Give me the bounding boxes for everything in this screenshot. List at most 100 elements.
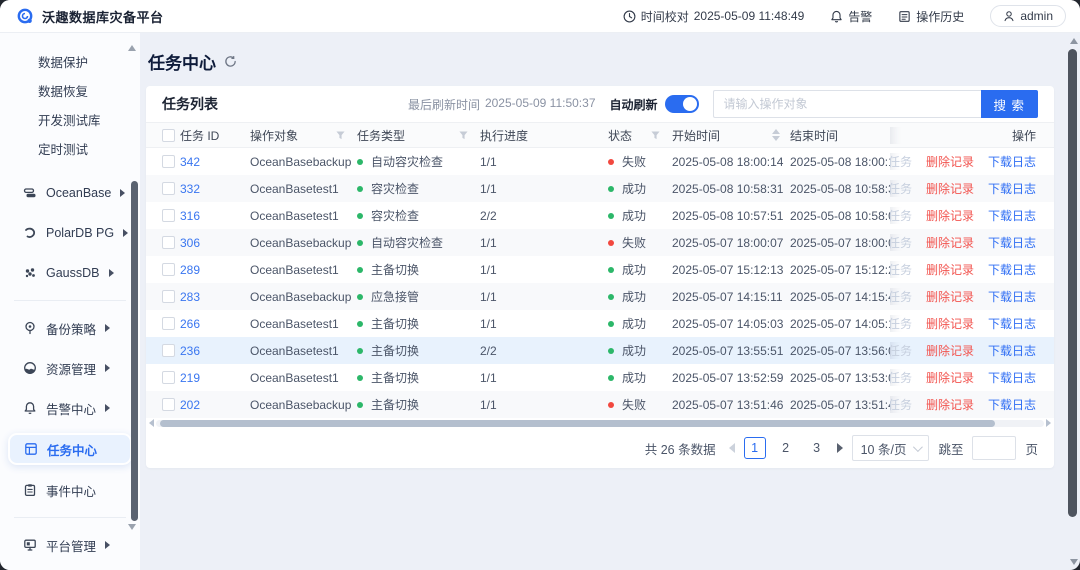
- search-input[interactable]: [712, 90, 981, 118]
- row-checkbox[interactable]: [162, 263, 175, 276]
- page-button-1[interactable]: 1: [743, 437, 766, 459]
- delete-record-action[interactable]: 删除记录: [926, 207, 974, 224]
- hscroll-thumb[interactable]: [160, 419, 995, 427]
- table-row[interactable]: 316 OceanBasetest1 容灾检查 2/2 成功 2025-05-0…: [146, 202, 1054, 229]
- sidebar-scroll-up-icon[interactable]: [128, 45, 136, 51]
- row-checkbox[interactable]: [162, 182, 175, 195]
- sidebar-scrollbar[interactable]: [131, 181, 138, 521]
- stop-task-action[interactable]: 停止任务: [890, 369, 912, 386]
- prev-page-icon[interactable]: [728, 443, 735, 453]
- task-id-link[interactable]: 266: [180, 317, 200, 331]
- row-checkbox[interactable]: [162, 317, 175, 330]
- sidebar-scroll-down-icon[interactable]: [128, 524, 136, 530]
- sidebar-item-task-center[interactable]: 任务中心: [8, 433, 132, 465]
- scroll-right-icon[interactable]: [1046, 419, 1051, 427]
- table-row[interactable]: 332 OceanBasetest1 容灾检查 1/1 成功 2025-05-0…: [146, 175, 1054, 202]
- filter-icon[interactable]: [651, 130, 660, 140]
- sidebar-item-alert-center[interactable]: 告警中心: [0, 388, 140, 428]
- page-scrollbar-thumb[interactable]: [1068, 49, 1077, 517]
- page-button-2[interactable]: 2: [775, 437, 797, 459]
- sidebar-item-platform-mgmt[interactable]: 平台管理: [0, 525, 140, 565]
- delete-record-action[interactable]: 删除记录: [926, 369, 974, 386]
- stop-task-action[interactable]: 停止任务: [890, 180, 912, 197]
- task-id-link[interactable]: 283: [180, 290, 200, 304]
- download-log-action[interactable]: 下载日志: [988, 153, 1036, 170]
- sidebar-item-dev-test-db[interactable]: 开发测试库: [0, 105, 140, 134]
- sidebar-item-data-recovery[interactable]: 数据恢复: [0, 76, 140, 105]
- history-button[interactable]: 操作历史: [898, 8, 964, 25]
- stop-task-action[interactable]: 停止任务: [890, 342, 912, 359]
- sidebar-item-scheduled-test[interactable]: 定时测试: [0, 134, 140, 163]
- table-row[interactable]: 289 OceanBasetest1 主备切换 1/1 成功 2025-05-0…: [146, 256, 1054, 283]
- task-id-link[interactable]: 289: [180, 263, 200, 277]
- filter-icon[interactable]: [336, 130, 345, 140]
- table-row[interactable]: 342 OceanBasebackup 自动容灾检查 1/1 失败 2025-0…: [146, 148, 1054, 175]
- row-checkbox[interactable]: [162, 371, 175, 384]
- download-log-action[interactable]: 下载日志: [988, 234, 1036, 251]
- search-button[interactable]: 搜 索: [980, 90, 1038, 118]
- table-row[interactable]: 236 OceanBasetest1 主备切换 2/2 成功 2025-05-0…: [146, 337, 1054, 364]
- select-all-checkbox[interactable]: [162, 128, 175, 142]
- table-row[interactable]: 306 OceanBasebackup 自动容灾检查 1/1 失败 2025-0…: [146, 229, 1054, 256]
- delete-record-action[interactable]: 删除记录: [926, 315, 974, 332]
- delete-record-action[interactable]: 删除记录: [926, 342, 974, 359]
- delete-record-action[interactable]: 删除记录: [926, 288, 974, 305]
- download-log-action[interactable]: 下载日志: [988, 396, 1036, 413]
- delete-record-action[interactable]: 删除记录: [926, 180, 974, 197]
- table-row[interactable]: 283 OceanBasebackup 应急接管 1/1 成功 2025-05-…: [146, 283, 1054, 310]
- download-log-action[interactable]: 下载日志: [988, 207, 1036, 224]
- brand[interactable]: 沃趣数据库灾备平台: [16, 7, 164, 26]
- task-id-link[interactable]: 236: [180, 344, 200, 358]
- scroll-down-icon[interactable]: [1070, 559, 1078, 565]
- scroll-left-icon[interactable]: [149, 419, 154, 427]
- delete-record-action[interactable]: 删除记录: [926, 234, 974, 251]
- sidebar-item-data-protection[interactable]: 数据保护: [0, 47, 140, 76]
- sort-icon[interactable]: [772, 129, 780, 141]
- sidebar-item-oceanbase[interactable]: OceanBase: [0, 173, 140, 213]
- stop-task-action[interactable]: 停止任务: [890, 396, 912, 413]
- task-id-link[interactable]: 306: [180, 236, 200, 250]
- stop-task-action[interactable]: 停止任务: [890, 207, 912, 224]
- download-log-action[interactable]: 下载日志: [988, 369, 1036, 386]
- jump-page-input[interactable]: [972, 436, 1017, 460]
- row-checkbox[interactable]: [162, 209, 175, 222]
- download-log-action[interactable]: 下载日志: [988, 261, 1036, 278]
- page-button-3[interactable]: 3: [806, 437, 828, 459]
- task-id-link[interactable]: 316: [180, 209, 200, 223]
- row-checkbox[interactable]: [162, 155, 175, 168]
- sidebar-item-polardb-pg[interactable]: PolarDB PG: [0, 213, 140, 253]
- download-log-action[interactable]: 下载日志: [988, 342, 1036, 359]
- auto-refresh-toggle[interactable]: [664, 95, 699, 113]
- delete-record-action[interactable]: 删除记录: [926, 153, 974, 170]
- task-id-link[interactable]: 202: [180, 398, 200, 412]
- sidebar-item-backup-policy[interactable]: 备份策略: [0, 308, 140, 348]
- row-checkbox[interactable]: [162, 398, 175, 411]
- download-log-action[interactable]: 下载日志: [988, 180, 1036, 197]
- task-id-link[interactable]: 219: [180, 371, 200, 385]
- stop-task-action[interactable]: 停止任务: [890, 234, 912, 251]
- download-log-action[interactable]: 下载日志: [988, 288, 1036, 305]
- row-checkbox[interactable]: [162, 236, 175, 249]
- filter-icon[interactable]: [459, 130, 468, 140]
- stop-task-action[interactable]: 停止任务: [890, 261, 912, 278]
- delete-record-action[interactable]: 删除记录: [926, 261, 974, 278]
- sidebar-item-gaussdb[interactable]: GaussDB: [0, 253, 140, 293]
- stop-task-action[interactable]: 停止任务: [890, 315, 912, 332]
- scroll-up-icon[interactable]: [1070, 38, 1078, 44]
- table-row[interactable]: 202 OceanBasebackup 主备切换 1/1 失败 2025-05-…: [146, 391, 1054, 418]
- table-row[interactable]: 266 OceanBasetest1 主备切换 1/1 成功 2025-05-0…: [146, 310, 1054, 337]
- next-page-icon[interactable]: [836, 443, 843, 453]
- stop-task-action[interactable]: 停止任务: [890, 153, 912, 170]
- download-log-action[interactable]: 下载日志: [988, 315, 1036, 332]
- page-size-select[interactable]: 10 条/页: [851, 435, 930, 461]
- row-checkbox[interactable]: [162, 290, 175, 303]
- sidebar-item-resource-mgmt[interactable]: 资源管理: [0, 348, 140, 388]
- row-checkbox[interactable]: [162, 344, 175, 357]
- stop-task-action[interactable]: 停止任务: [890, 288, 912, 305]
- task-id-link[interactable]: 342: [180, 155, 200, 169]
- alerts-button[interactable]: 告警: [830, 8, 872, 25]
- hscroll-track[interactable]: [156, 419, 1044, 427]
- table-row[interactable]: 219 OceanBasetest1 主备切换 1/1 成功 2025-05-0…: [146, 364, 1054, 391]
- sidebar-item-event-center[interactable]: 事件中心: [0, 470, 140, 510]
- delete-record-action[interactable]: 删除记录: [926, 396, 974, 413]
